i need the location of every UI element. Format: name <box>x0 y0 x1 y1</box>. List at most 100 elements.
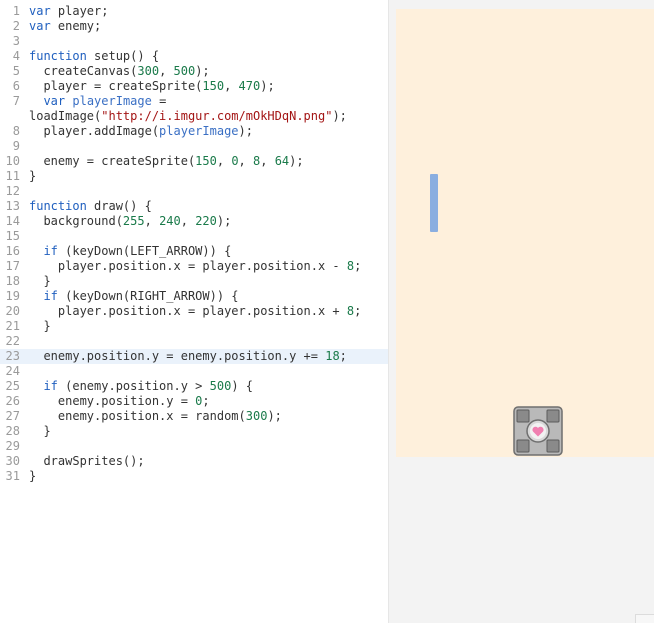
code-line[interactable]: 2 var enemy; <box>0 19 388 34</box>
resize-handle[interactable] <box>635 614 654 623</box>
code-token: , <box>224 79 239 93</box>
code-text: drawSprites(); <box>29 454 144 469</box>
code-text: player = createSprite(150, 470); <box>29 79 275 94</box>
code-text: enemy = createSprite(150, 0, 8, 64); <box>29 154 304 169</box>
code-token: ); <box>267 409 282 423</box>
code-line[interactable]: 14 background(255, 240, 220); <box>0 214 388 229</box>
line-number: 18 <box>5 274 20 288</box>
code-token: enemy.position.x = random( <box>29 409 246 423</box>
code-token: ; <box>202 394 210 408</box>
code-line[interactable]: 13 function draw() { <box>0 199 388 214</box>
line-number: 27 <box>5 409 20 423</box>
code-token: ); <box>332 109 347 123</box>
line-number: 23 <box>5 349 20 363</box>
line-number: 7 <box>12 94 20 108</box>
code-line[interactable]: 19 if (keyDown(RIGHT_ARROW)) { <box>0 289 388 304</box>
code-text: function setup() { <box>29 49 159 64</box>
code-token: 255 <box>122 214 145 228</box>
code-line[interactable]: 25 if (enemy.position.y > 500) { <box>0 379 388 394</box>
code-token: player.position.x = player.position.x - <box>29 259 347 273</box>
code-line[interactable]: 31} <box>0 469 388 484</box>
code-token: 240 <box>159 214 181 228</box>
code-line[interactable]: 12 <box>0 184 388 199</box>
code-line[interactable]: 16 if (keyDown(LEFT_ARROW)) { <box>0 244 388 259</box>
line-number: 28 <box>5 424 20 438</box>
code-text: } <box>29 469 36 484</box>
code-text: background(255, 240, 220); <box>29 214 231 229</box>
line-number: 6 <box>12 79 20 93</box>
code-token: player.position.x = player.position.x + <box>29 304 347 318</box>
code-token: "http://i.imgur.com/mOkHDqN.png" <box>101 109 333 123</box>
code-line[interactable]: 26 enemy.position.y = 0; <box>0 394 388 409</box>
code-line[interactable]: loadImage("http://i.imgur.com/mOkHDqN.pn… <box>0 109 388 124</box>
sketch-canvas[interactable] <box>396 9 654 457</box>
code-token: ); <box>195 64 210 78</box>
line-number: 29 <box>5 439 20 453</box>
code-token: } <box>29 424 51 438</box>
code-token: function <box>29 199 87 213</box>
code-line[interactable]: 7 var playerImage = <box>0 94 388 109</box>
code-token: player; <box>50 4 109 18</box>
code-token: ; <box>354 259 362 273</box>
code-line[interactable]: 23 enemy.position.y = enemy.position.y +… <box>0 349 388 364</box>
code-token: loadImage( <box>29 109 102 123</box>
code-line[interactable]: 29 <box>0 439 388 454</box>
code-line[interactable]: 4 function setup() { <box>0 49 388 64</box>
code-line[interactable]: 18 } <box>0 274 388 289</box>
code-token: ); <box>260 79 275 93</box>
code-line[interactable]: 24 <box>0 364 388 379</box>
code-line[interactable]: 15 <box>0 229 388 244</box>
code-token: ) { <box>231 379 253 393</box>
code-line[interactable]: 22 <box>0 334 388 349</box>
companion-cube-icon <box>513 406 563 456</box>
code-line[interactable]: 11} <box>0 169 388 184</box>
enemy-sprite <box>430 174 438 232</box>
code-token: var <box>29 19 51 33</box>
code-token: background( <box>29 214 123 228</box>
line-number: 5 <box>12 64 20 78</box>
code-token: setup() { <box>86 49 160 63</box>
code-line[interactable]: 28 } <box>0 424 388 439</box>
code-token: 300 <box>137 64 160 78</box>
code-line[interactable]: 1 var player; <box>0 4 388 19</box>
code-text: function draw() { <box>29 199 152 214</box>
code-line[interactable]: 27 enemy.position.x = random(300); <box>0 409 388 424</box>
line-number: 22 <box>5 334 20 348</box>
line-number: 12 <box>5 184 20 198</box>
line-number: 1 <box>12 4 20 18</box>
code-token: player.addImage( <box>29 124 160 138</box>
code-token: enemy.position.y = <box>29 394 196 408</box>
code-line[interactable]: 5 createCanvas(300, 500); <box>0 64 388 79</box>
line-number: 8 <box>12 124 20 138</box>
line-number: 10 <box>5 154 20 168</box>
code-token: , <box>180 214 196 228</box>
code-text: var player; <box>29 4 108 19</box>
line-number: 25 <box>5 379 20 393</box>
line-number: 21 <box>5 319 20 333</box>
code-token: createCanvas( <box>29 64 138 78</box>
line-number: 24 <box>5 364 20 378</box>
code-token: (keyDown(RIGHT_ARROW)) { <box>57 289 239 303</box>
code-line[interactable]: 20 player.position.x = player.position.x… <box>0 304 388 319</box>
code-line[interactable]: 10 enemy = createSprite(150, 0, 8, 64); <box>0 154 388 169</box>
code-line[interactable]: 21 } <box>0 319 388 334</box>
code-token: (keyDown(LEFT_ARROW)) { <box>57 244 232 258</box>
code-token: var <box>29 4 51 18</box>
code-line[interactable]: 6 player = createSprite(150, 470); <box>0 79 388 94</box>
code-token: 300 <box>245 409 268 423</box>
line-number: 19 <box>5 289 20 303</box>
code-line[interactable]: 17 player.position.x = player.position.x… <box>0 259 388 274</box>
code-token: playerImage <box>159 124 239 138</box>
code-token: ; <box>339 349 347 363</box>
code-editor[interactable]: 1 var player; 2 var enemy; 3 4 function setup(… <box>0 0 388 623</box>
line-number: 2 <box>12 19 20 33</box>
code-line[interactable]: 30 drawSprites(); <box>0 454 388 469</box>
code-line[interactable]: 8 player.addImage(playerImage); <box>0 124 388 139</box>
code-text: createCanvas(300, 500); <box>29 64 210 79</box>
code-token: enemy; <box>50 19 102 33</box>
code-line[interactable]: 9 <box>0 139 388 154</box>
code-line[interactable]: 3 <box>0 34 388 49</box>
line-number: 16 <box>5 244 20 258</box>
code-token: ); <box>289 154 304 168</box>
